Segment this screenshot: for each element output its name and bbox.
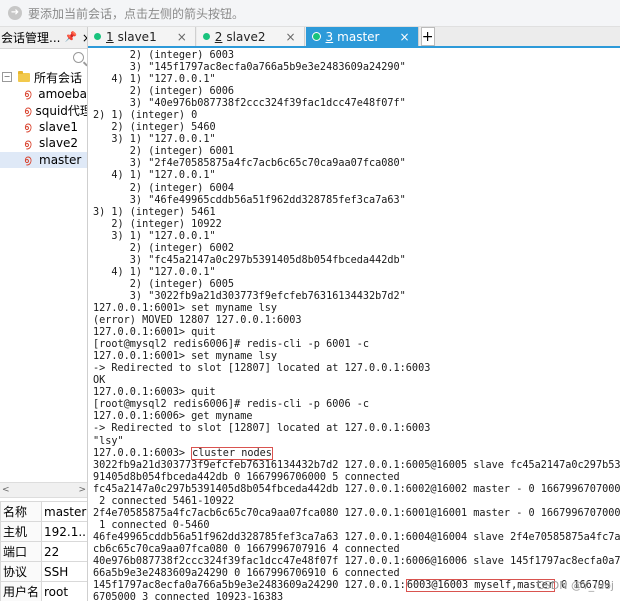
tab-number: 2 [214, 29, 223, 44]
prop-value: 192.1... [41, 521, 87, 542]
prop-row: 名称 master [0, 501, 87, 522]
tab-label: slave1 [117, 29, 157, 44]
session-icon: ൭ [24, 120, 32, 134]
tab-number: 1 [106, 29, 114, 44]
session-panel-header: 会话管理... 📌 × [0, 27, 87, 49]
session-label: squid代理 [35, 103, 88, 118]
prop-value: 22 [41, 541, 87, 562]
prop-value: SSH [41, 561, 87, 582]
folder-icon [18, 70, 30, 82]
horizontal-scrollbar[interactable]: < > [0, 482, 87, 498]
terminal-history: 2) (integer) 6003 3) "145f1797ac8ecfa0a7… [93, 50, 431, 459]
session-item-master[interactable]: ൭ master [0, 151, 87, 168]
prop-key: 协议 [0, 561, 43, 582]
terminal-output[interactable]: 2) (integer) 6003 3) "145f1797ac8ecfa0a7… [89, 50, 620, 601]
tab-label: slave2 [226, 29, 266, 44]
session-tab-bar: 1 slave1 × 2 slave2 × 3 master × + [88, 27, 620, 48]
close-icon[interactable]: × [82, 31, 87, 45]
session-hint-bar: ➜ 要添加当前会话，点击左侧的箭头按钮。 [0, 0, 620, 27]
prop-row: 用户名 root [0, 581, 87, 601]
new-tab-button[interactable]: + [420, 27, 435, 46]
prop-key: 名称 [0, 501, 43, 522]
tree-root[interactable]: − 所有会话 [0, 69, 87, 86]
session-properties: 名称master 主机192.1... 端口22 协议SSH 用户名root 说… [0, 501, 87, 601]
prop-row: 协议 SSH [0, 561, 87, 582]
hint-text: 要添加当前会话，点击左侧的箭头按钮。 [28, 6, 245, 21]
session-icon: ൭ [24, 87, 32, 101]
scroll-right-icon[interactable]: > [78, 485, 86, 495]
pin-icon[interactable]: 📌 [64, 32, 76, 43]
tab-slave1[interactable]: 1 slave1 × [88, 27, 196, 46]
connected-status-icon [202, 33, 210, 40]
tree-root-label: 所有会话 [34, 70, 83, 85]
session-item-squid[interactable]: ൭ squid代理 [0, 102, 87, 119]
connected-status-icon [94, 33, 101, 40]
arrow-icon: ➜ [8, 6, 22, 20]
session-label: slave1 [39, 119, 79, 134]
scroll-left-icon[interactable]: < [2, 485, 10, 495]
tab-label: master [337, 29, 380, 44]
session-label: slave2 [39, 136, 79, 151]
search-icon[interactable] [73, 52, 84, 63]
prop-row: 端口 22 [0, 541, 87, 562]
tab-close-icon[interactable]: × [400, 30, 410, 44]
prop-key: 主机 [0, 521, 43, 542]
connected-status-icon [311, 32, 321, 41]
tab-master[interactable]: 3 master × [305, 27, 419, 46]
prop-key: 端口 [0, 541, 43, 562]
highlighted-myself-master: 6003@16003 myself,master [405, 579, 556, 593]
tab-number: 3 [325, 29, 334, 44]
cluster-nodes-output: 3022fb9a21d303773f9efcfeb76316134432b7d2… [93, 459, 620, 592]
session-manager-panel: 会话管理... 📌 × − 所有会话 ൭ amoeba ൭ squid代理 ൭ … [0, 27, 88, 601]
tab-close-icon[interactable]: × [177, 30, 187, 44]
session-search[interactable] [0, 49, 87, 69]
prop-value: root [41, 581, 87, 601]
session-icon: ൭ [24, 153, 32, 167]
session-item-slave1[interactable]: ൭ slave1 [0, 119, 87, 136]
session-label: amoeba [38, 86, 87, 101]
session-icon: ൭ [24, 103, 32, 117]
highlighted-command: cluster nodes [191, 446, 273, 460]
tab-slave2[interactable]: 2 slave2 × [196, 27, 305, 46]
session-panel-title: 会话管理... [1, 31, 61, 45]
prop-value: master [41, 501, 87, 522]
terminal-text: 2) (integer) 6003 3) "145f1797ac8ecfa0a7… [89, 50, 620, 601]
session-item-slave2[interactable]: ൭ slave2 [0, 135, 87, 152]
collapse-icon[interactable]: − [2, 72, 12, 83]
session-item-amoeba[interactable]: ൭ amoeba [0, 86, 87, 103]
prop-row: 主机 192.1... [0, 521, 87, 542]
prop-key: 用户名 [0, 581, 43, 601]
session-label: master [39, 152, 82, 167]
session-icon: ൭ [24, 136, 32, 150]
tab-close-icon[interactable]: × [285, 30, 295, 44]
watermark: CSDN @Y_luoj [536, 579, 614, 592]
